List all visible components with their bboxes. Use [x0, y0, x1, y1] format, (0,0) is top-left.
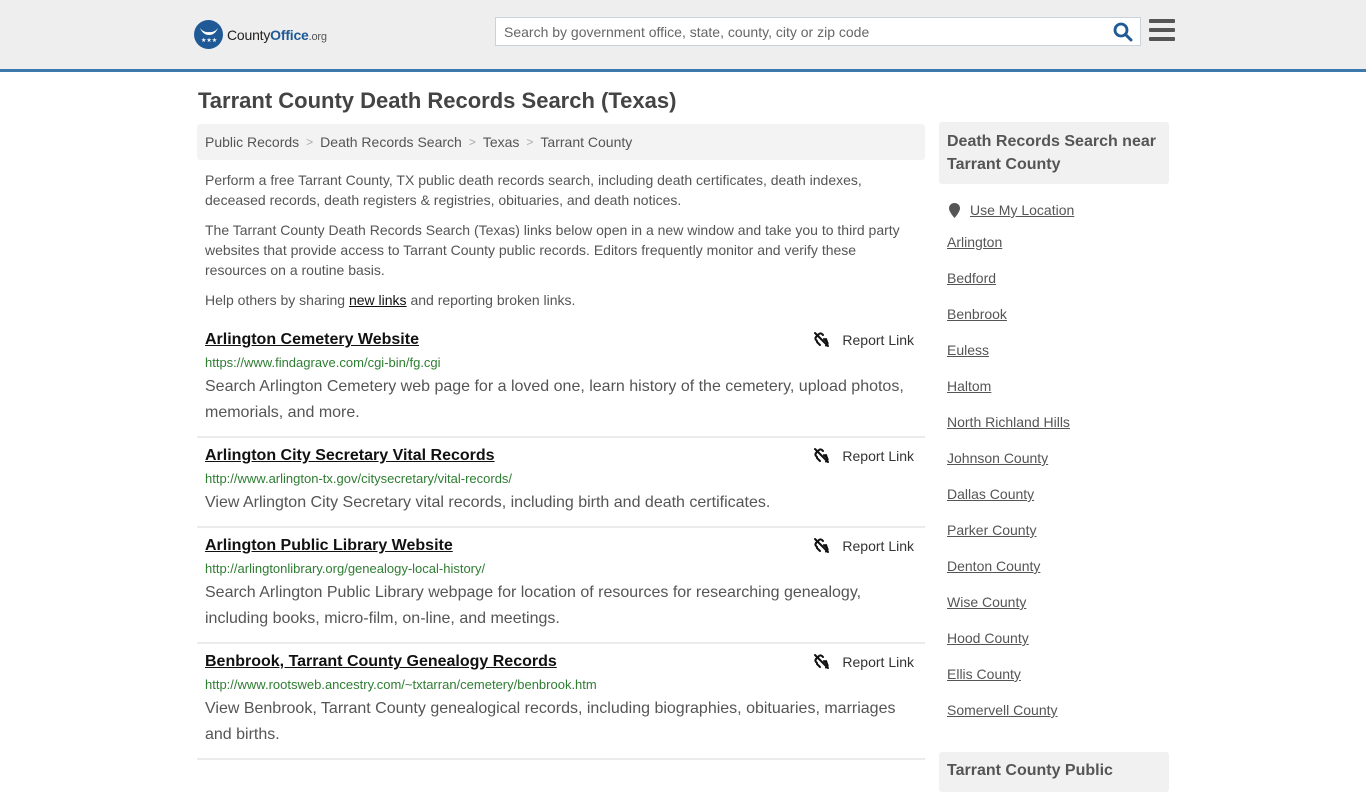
result-item: Arlington City Secretary Vital Records R… [197, 438, 925, 528]
use-my-location-button[interactable]: Use My Location [939, 202, 1169, 218]
nearby-link-benbrook[interactable]: Benbrook [947, 306, 1007, 322]
svg-text:★★★: ★★★ [201, 37, 217, 44]
nearby-link-johnson-county[interactable]: Johnson County [947, 450, 1048, 466]
menu-bar-icon [1149, 28, 1175, 32]
search-icon [1113, 22, 1133, 41]
broken-link-icon [814, 448, 830, 463]
nearby-link-haltom[interactable]: Haltom [947, 378, 991, 394]
breadcrumb-separator: > [526, 135, 534, 149]
results-list: Arlington Cemetery Website Report Link h… [197, 322, 925, 760]
breadcrumb-separator: > [468, 135, 476, 149]
result-title-link[interactable]: Arlington City Secretary Vital Records [205, 446, 495, 466]
logo-text-tld: .org [308, 30, 327, 43]
report-link-button[interactable]: Report Link [813, 447, 914, 464]
page-title: Tarrant County Death Records Search (Tex… [198, 88, 677, 113]
result-url[interactable]: http://arlingtonlibrary.org/genealogy-lo… [205, 560, 917, 578]
report-link-label: Report Link [842, 447, 914, 464]
nearby-item: Denton County [947, 558, 1169, 594]
map-pin-icon [949, 202, 960, 218]
nearby-link-arlington[interactable]: Arlington [947, 234, 1002, 250]
nearby-item: Johnson County [947, 450, 1169, 486]
result-description: View Benbrook, Tarrant County genealogic… [205, 700, 896, 743]
result-description: View Arlington City Secretary vital reco… [205, 494, 771, 511]
report-link-label: Report Link [842, 537, 914, 554]
nearby-link-somervell-county[interactable]: Somervell County [947, 702, 1058, 718]
result-title-link[interactable]: Arlington Cemetery Website [205, 330, 419, 350]
breadcrumb: Public Records > Death Records Search > … [197, 124, 925, 160]
new-links-link[interactable]: new links [349, 292, 407, 308]
nearby-link-bedford[interactable]: Bedford [947, 270, 996, 286]
search-bar [495, 17, 1141, 46]
result-item: Arlington Cemetery Website Report Link h… [197, 322, 925, 438]
result-url[interactable]: https://www.findagrave.com/cgi-bin/fg.cg… [205, 354, 917, 372]
breadcrumb-public-records[interactable]: Public Records [205, 134, 299, 150]
sidebar-header: Death Records Search near Tarrant County [939, 122, 1169, 184]
report-link-label: Report Link [842, 331, 914, 348]
intro-text: Help others by sharing [205, 292, 349, 308]
nearby-link-parker-county[interactable]: Parker County [947, 522, 1036, 538]
report-link-button[interactable]: Report Link [813, 537, 914, 554]
top-header-bar: ★★★ CountyOffice.org [0, 0, 1366, 72]
nearby-item: Dallas County [947, 486, 1169, 522]
intro-paragraph-3: Help others by sharing new links and rep… [205, 290, 917, 310]
intro-section: Perform a free Tarrant County, TX public… [205, 170, 917, 320]
eagle-logo-icon: ★★★ [194, 20, 223, 49]
search-input[interactable] [496, 18, 1106, 45]
nearby-item: Hood County [947, 630, 1169, 666]
nearby-link-hood-county[interactable]: Hood County [947, 630, 1029, 646]
nearby-item: Euless [947, 342, 1169, 378]
intro-paragraph-1: Perform a free Tarrant County, TX public… [205, 172, 862, 208]
breadcrumb-texas[interactable]: Texas [483, 134, 520, 150]
sidebar-header-public-records: Tarrant County Public [939, 752, 1169, 792]
sidebar: Death Records Search near Tarrant County… [939, 122, 1169, 738]
menu-bar-icon [1149, 37, 1175, 41]
menu-bar-icon [1149, 19, 1175, 23]
hamburger-menu-button[interactable] [1149, 19, 1175, 43]
breadcrumb-separator: > [306, 135, 314, 149]
intro-text: and reporting broken links. [406, 292, 576, 308]
nearby-link-euless[interactable]: Euless [947, 342, 989, 358]
nearby-item: Somervell County [947, 702, 1169, 738]
result-url[interactable]: http://www.arlington-tx.gov/citysecretar… [205, 470, 917, 488]
broken-link-icon [814, 538, 830, 553]
result-title-link[interactable]: Arlington Public Library Website [205, 536, 453, 556]
nearby-item: Benbrook [947, 306, 1169, 342]
report-link-button[interactable]: Report Link [813, 331, 914, 348]
use-my-location-link[interactable]: Use My Location [970, 202, 1074, 218]
result-description: Search Arlington Cemetery web page for a… [205, 378, 904, 421]
nearby-link-north-richland-hills[interactable]: North Richland Hills [947, 414, 1070, 430]
search-button[interactable] [1106, 18, 1140, 45]
nearby-item: Ellis County [947, 666, 1169, 702]
breadcrumb-tarrant-county[interactable]: Tarrant County [540, 134, 632, 150]
nearby-item: Arlington [947, 234, 1169, 270]
result-item: Arlington Public Library Website Report … [197, 528, 925, 644]
nearby-link-ellis-county[interactable]: Ellis County [947, 666, 1021, 682]
result-title-link[interactable]: Benbrook, Tarrant County Genealogy Recor… [205, 652, 557, 672]
nearby-item: Haltom [947, 378, 1169, 414]
nearby-link-dallas-county[interactable]: Dallas County [947, 486, 1034, 502]
nearby-item: Wise County [947, 594, 1169, 630]
nearby-link-denton-county[interactable]: Denton County [947, 558, 1040, 574]
logo-text-office: Office [270, 26, 309, 43]
broken-link-icon [814, 332, 830, 347]
site-logo[interactable]: ★★★ CountyOffice.org [194, 20, 327, 49]
result-description: Search Arlington Public Library webpage … [205, 584, 862, 627]
nearby-link-wise-county[interactable]: Wise County [947, 594, 1026, 610]
report-link-button[interactable]: Report Link [813, 653, 914, 670]
report-link-label: Report Link [842, 653, 914, 670]
intro-paragraph-2: The Tarrant County Death Records Search … [205, 222, 900, 278]
nearby-list: Arlington Bedford Benbrook Euless Haltom… [939, 234, 1169, 738]
breadcrumb-death-records-search[interactable]: Death Records Search [320, 134, 462, 150]
nearby-item: Bedford [947, 270, 1169, 306]
logo-wordmark: CountyOffice.org [227, 27, 327, 43]
result-item: Benbrook, Tarrant County Genealogy Recor… [197, 644, 925, 760]
result-url[interactable]: http://www.rootsweb.ancestry.com/~txtarr… [205, 676, 917, 694]
broken-link-icon [814, 654, 830, 669]
nearby-item: North Richland Hills [947, 414, 1169, 450]
nearby-item: Parker County [947, 522, 1169, 558]
logo-text-county: County [227, 26, 271, 43]
